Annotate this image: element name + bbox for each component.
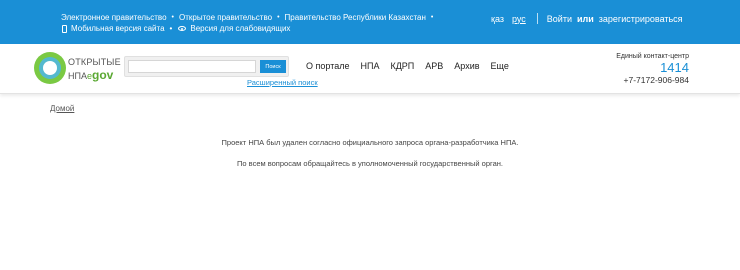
contact-center-label: Единый контакт-центр [616, 53, 689, 60]
separator-dot: • [430, 14, 434, 21]
top-bar: Электронное правительство • Открытое пра… [0, 0, 740, 44]
main-nav: О портале НПА КДРП АРВ Архив Еще [306, 61, 520, 71]
nav-item-about[interactable]: О портале [306, 61, 349, 71]
version-links: Мобильная версия сайта • Версия для слаб… [62, 24, 290, 33]
header: ОТКРЫТЫЕ НПАegov Поиск О портале НПА КДР… [0, 44, 740, 94]
logo-text-gov: gov [92, 68, 114, 82]
nav-item-more[interactable]: Еще [491, 61, 509, 71]
contact-authority-notice: По всем вопросам обращайтесь в уполномоч… [237, 159, 503, 168]
separator-dot: • [277, 14, 280, 21]
contact-short-number: 1414 [660, 60, 689, 75]
link-e-government[interactable]: Электронное правительство [61, 13, 167, 22]
breadcrumb-home[interactable]: Домой [50, 104, 74, 113]
lang-ru-link[interactable]: рус [512, 14, 526, 24]
deleted-notice: Проект НПА был удален согласно официальн… [221, 138, 519, 147]
nav-item-arv[interactable]: АРВ [425, 61, 443, 71]
lang-kz-link[interactable]: қаз [491, 14, 504, 24]
eye-icon [178, 26, 187, 31]
search-box: Поиск [124, 56, 289, 77]
nav-item-archive[interactable]: Архив [454, 61, 479, 71]
link-mobile-version[interactable]: Мобильная версия сайта [71, 24, 165, 33]
contact-phone: +7-7172-906-984 [623, 75, 689, 85]
advanced-search-link[interactable]: Расширенный поиск [247, 78, 318, 87]
separator-dot: • [171, 14, 174, 21]
link-accessible-version[interactable]: Версия для слабовидящих [190, 24, 290, 33]
lang-and-auth: қаз рус Войти или зарегистрироваться [491, 13, 683, 24]
gov-links: Электронное правительство • Открытое пра… [61, 13, 438, 22]
search-button[interactable]: Поиск [260, 60, 286, 73]
register-link[interactable]: зарегистрироваться [599, 14, 683, 24]
divider [536, 13, 538, 24]
logo-emblem-icon [34, 52, 66, 84]
nav-item-npa[interactable]: НПА [360, 61, 379, 71]
site-logo[interactable]: ОТКРЫТЫЕ НПАegov [34, 50, 121, 86]
mobile-phone-icon [62, 24, 67, 33]
logo-text-line1: ОТКРЫТЫЕ [68, 57, 121, 67]
nav-item-kdrp[interactable]: КДРП [390, 61, 414, 71]
logo-text-npa: НПА [68, 71, 87, 81]
logo-text-line2: НПАegov [68, 68, 113, 82]
or-text: или [576, 13, 594, 24]
login-link[interactable]: Войти [547, 14, 572, 24]
link-open-government[interactable]: Открытое правительство [179, 13, 272, 22]
contact-center: Единый контакт-центр 1414 +7-7172-906-98… [616, 53, 689, 85]
search-input[interactable] [128, 60, 256, 73]
separator-dot: • [169, 24, 173, 33]
link-government-rk[interactable]: Правительство Республики Казахстан [285, 13, 426, 22]
